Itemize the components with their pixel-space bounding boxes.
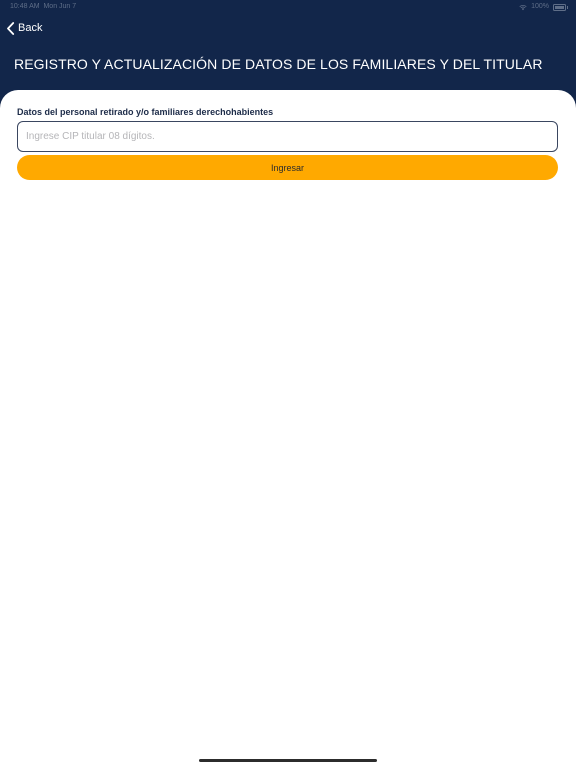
screen: 10:48 AM Mon Jun 7 100% Back REGISTRO Y … — [0, 0, 576, 768]
submit-button[interactable]: Ingresar — [17, 155, 558, 180]
content-card: Datos del personal retirado y/o familiar… — [0, 90, 576, 768]
back-label: Back — [18, 22, 43, 34]
status-indicators: 100% — [519, 0, 568, 14]
status-bar: 10:48 AM Mon Jun 7 100% — [0, 0, 576, 14]
status-date: Mon Jun 7 — [43, 3, 77, 10]
back-button[interactable]: Back — [6, 19, 42, 37]
page-title: REGISTRO Y ACTUALIZACIÓN DE DATOS DE LOS… — [14, 56, 543, 72]
home-indicator — [199, 759, 377, 762]
wifi-icon — [519, 4, 527, 10]
status-time-date: 10:48 AM Mon Jun 7 — [10, 0, 76, 14]
status-time: 10:48 AM — [10, 3, 40, 10]
form-label: Datos del personal retirado y/o familiar… — [17, 107, 274, 117]
battery-percent: 100% — [531, 3, 549, 10]
battery-icon — [553, 3, 568, 11]
cip-input[interactable] — [17, 121, 558, 152]
chevron-left-icon — [7, 21, 15, 35]
